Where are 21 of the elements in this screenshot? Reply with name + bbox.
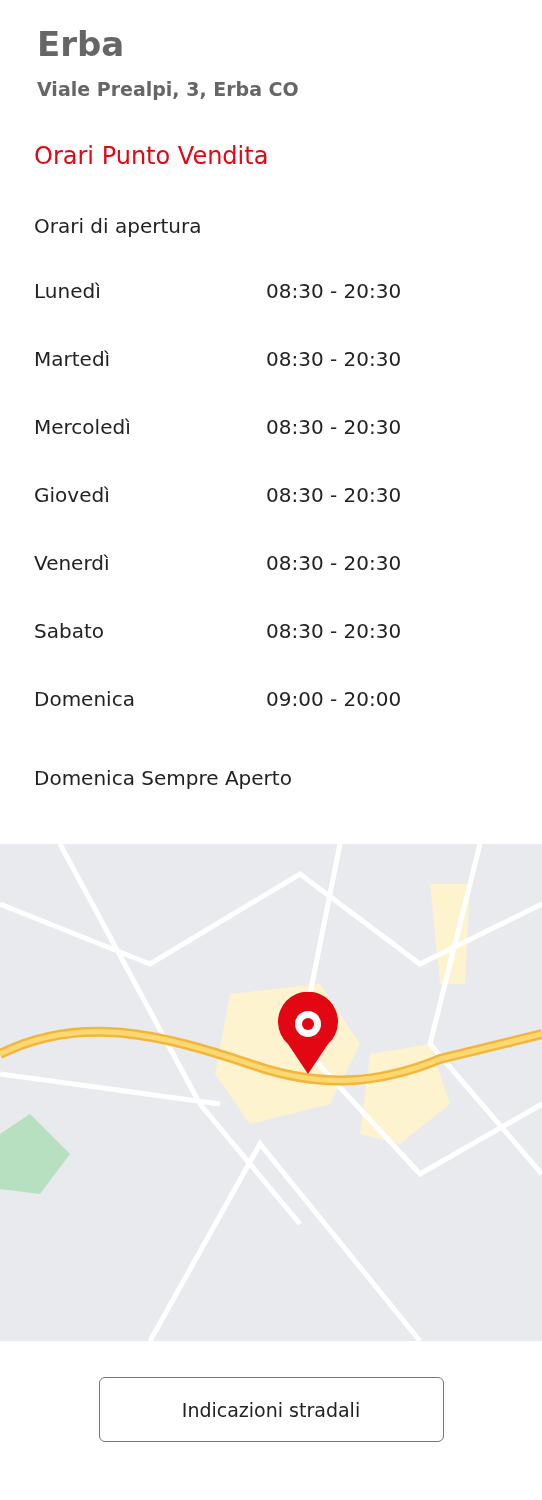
store-name: Erba [37,23,126,66]
opening-hours: 08:30 - 20:30 [266,414,402,440]
day-label: Sabato [34,618,105,644]
section-heading: Orari Punto Vendita [34,142,270,170]
store-address: Viale Prealpi, 3, Erba CO [37,78,300,100]
opening-hours: 08:30 - 20:30 [266,482,402,508]
day-label: Domenica [34,686,136,712]
day-label: Martedì [34,346,112,372]
day-label: Lunedì [34,278,102,304]
directions-button[interactable]: Indicazioni stradali [98,1377,444,1442]
day-label: Giovedì [34,482,111,508]
opening-hours: 09:00 - 20:00 [266,686,402,712]
opening-hours: 08:30 - 20:30 [266,278,402,304]
hours-subheading: Orari di apertura [34,214,203,238]
opening-hours: 08:30 - 20:30 [266,618,402,644]
hours-note: Domenica Sempre Aperto [34,766,293,790]
opening-hours: 08:30 - 20:30 [266,550,402,576]
day-label: Mercoledì [34,414,132,440]
opening-hours: 08:30 - 20:30 [266,346,402,372]
map-pin-icon[interactable] [276,992,340,1074]
day-label: Venerdì [34,550,111,576]
